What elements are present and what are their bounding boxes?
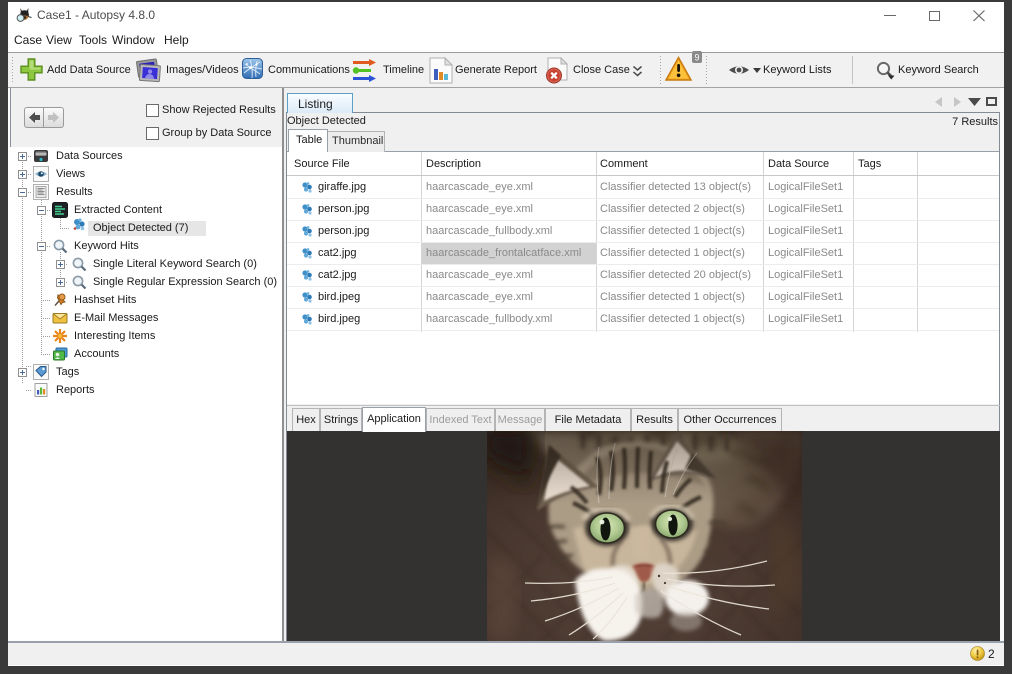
svg-text:9: 9 [694,53,699,63]
